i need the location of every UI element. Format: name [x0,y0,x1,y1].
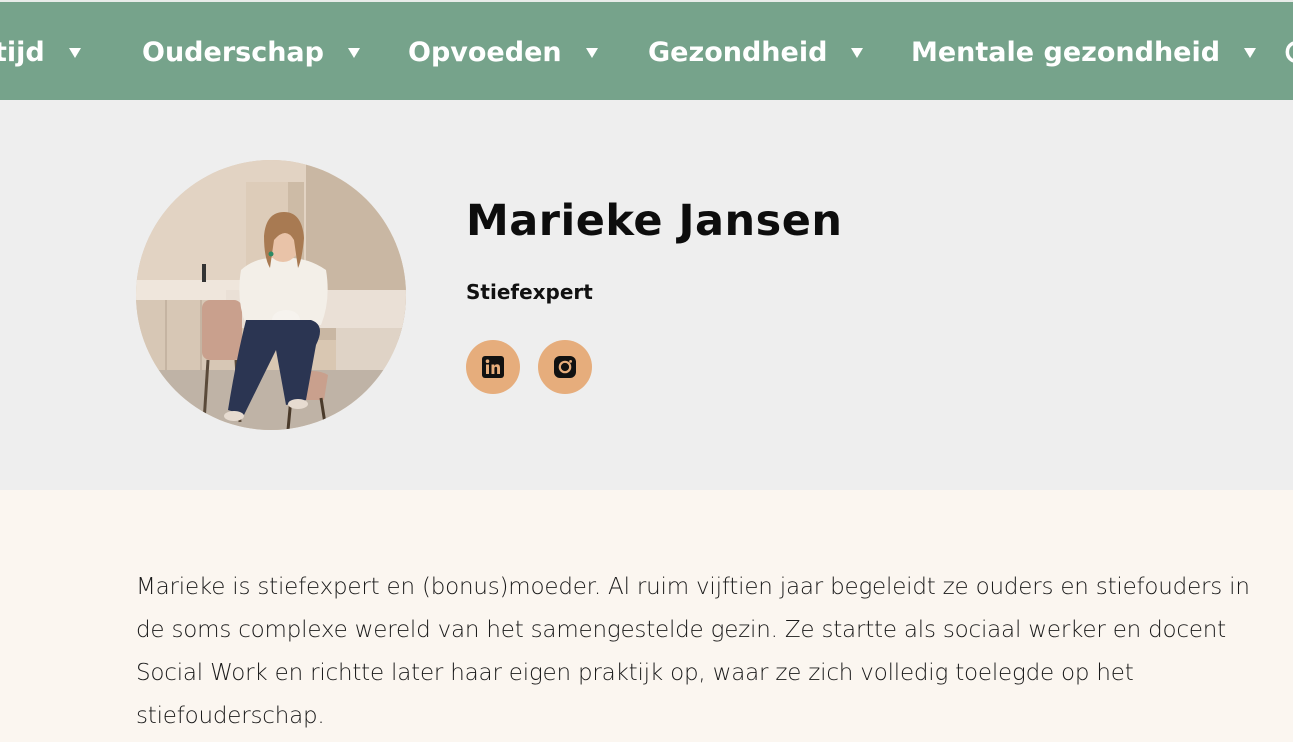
caret-down-icon [585,48,598,58]
nav-overflow-glyph [1285,41,1293,63]
nav-item-ouderschap[interactable]: Ouderschap [142,32,360,72]
caret-down-icon [347,48,360,58]
profile-role: Stiefexpert [466,280,593,304]
nav-item-label: Mentale gezondheid [911,36,1221,68]
caret-down-icon [851,48,864,58]
nav-item-label: Opvoeden [408,36,562,68]
nav-item-label: Ouderschap [142,36,324,68]
instagram-link[interactable] [538,340,592,394]
nav-item-opvoeden[interactable]: Opvoeden [408,32,598,72]
nav-item-overflow[interactable] [1285,32,1293,72]
main-navigation: tijd Ouderschap Opvoeden Gezondheid Ment… [0,0,1293,100]
nav-item-mentale-gezondheid[interactable]: Mentale gezondheid [911,32,1257,72]
avatar [136,160,406,430]
profile-header: Marieke Jansen Stiefexpert [0,100,1293,490]
caret-down-icon [1244,48,1257,58]
instagram-icon [554,356,576,378]
linkedin-link[interactable] [466,340,520,394]
nav-item-label: tijd [0,36,45,68]
nav-item-tijd[interactable]: tijd [0,32,81,72]
caret-down-icon [68,48,81,58]
profile-bio: Marieke is stiefexpert en (bonus)moeder.… [136,574,1250,729]
profile-photo-icon [136,160,406,430]
nav-item-gezondheid[interactable]: Gezondheid [648,32,864,72]
linkedin-icon [482,356,504,378]
profile-name: Marieke Jansen [466,196,843,246]
nav-item-label: Gezondheid [648,36,828,68]
